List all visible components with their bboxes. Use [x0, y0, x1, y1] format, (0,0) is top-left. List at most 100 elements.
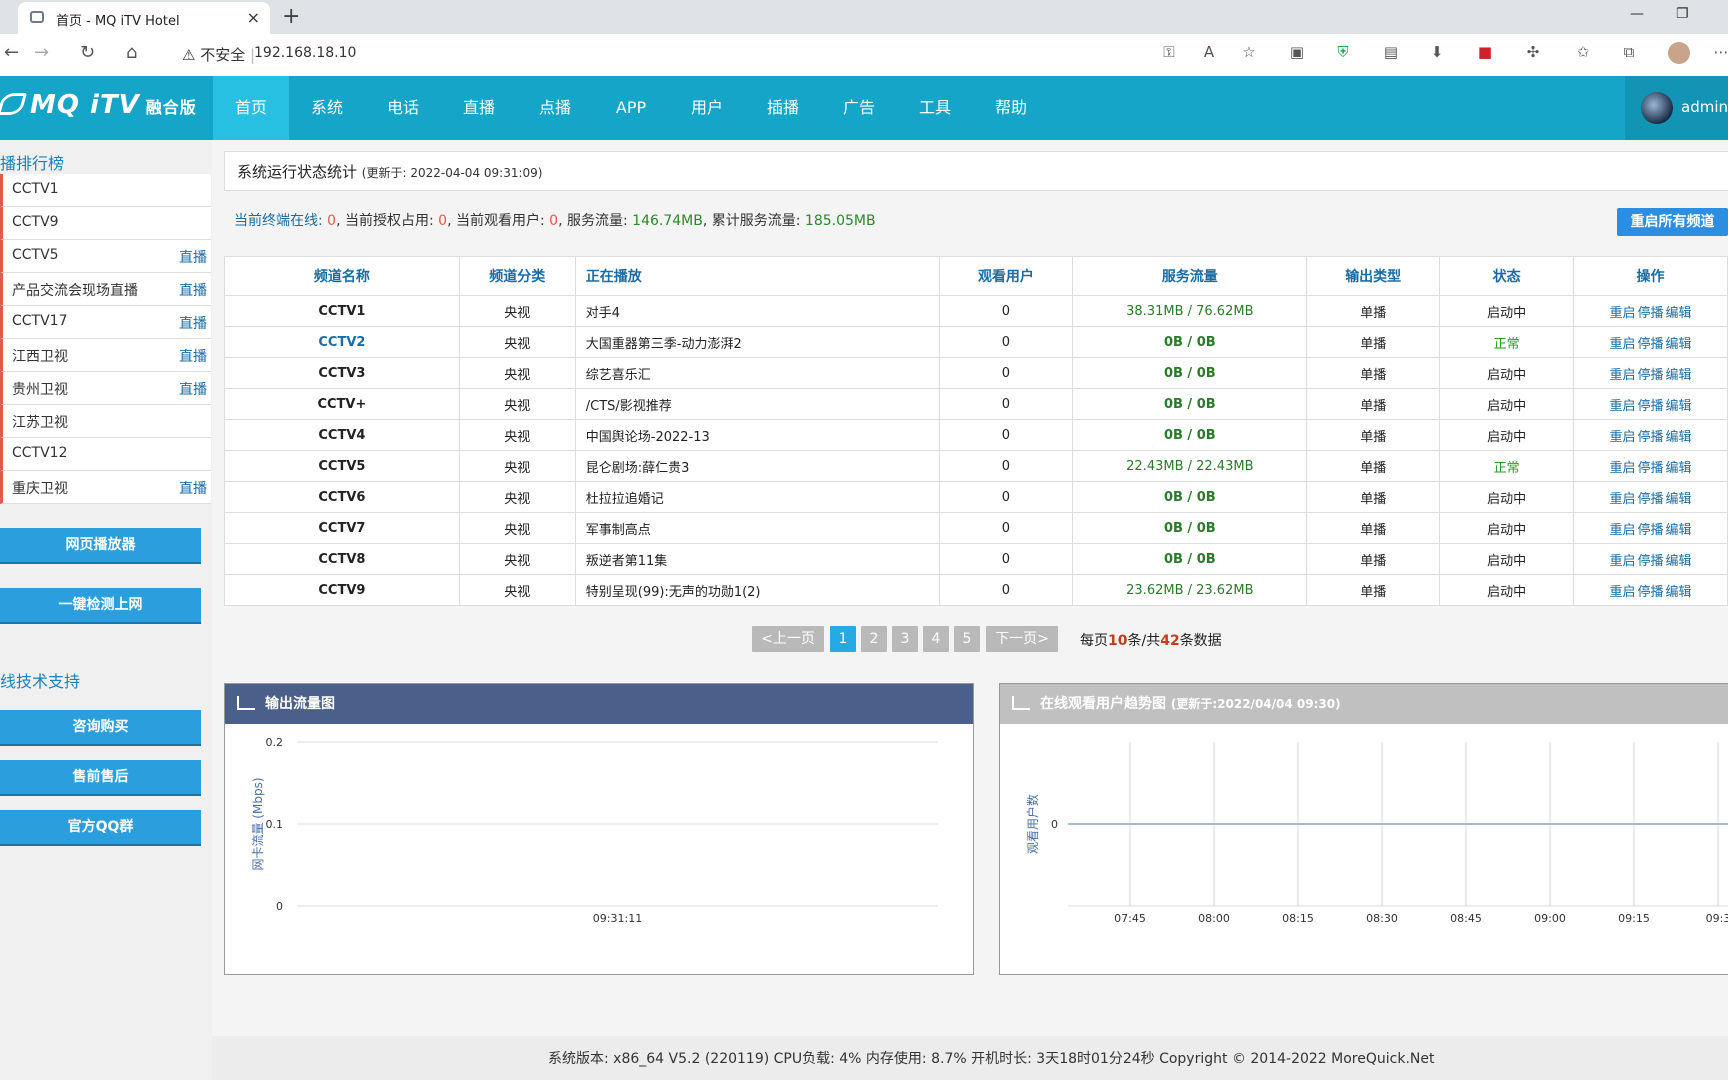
ranking-item[interactable]: 重庆卫视 直播: [0, 471, 211, 504]
page-3[interactable]: 3: [892, 626, 918, 652]
edit-link[interactable]: 编辑: [1666, 585, 1692, 600]
ranking-item[interactable]: 贵州卫视 直播: [0, 372, 211, 405]
puzzle-icon[interactable]: ✣: [1524, 43, 1542, 61]
check-net-button[interactable]: 一键检测上网: [0, 588, 201, 624]
ranking-item[interactable]: CCTV9: [0, 207, 211, 240]
consult-button[interactable]: 咨询购买: [0, 710, 201, 746]
stop-link[interactable]: 停播: [1638, 492, 1664, 507]
nav-tools[interactable]: 工具: [897, 76, 973, 140]
ranking-item-tag[interactable]: 直播: [179, 280, 207, 300]
ranking-item[interactable]: CCTV12: [0, 438, 211, 471]
edit-link[interactable]: 编辑: [1666, 492, 1692, 507]
security-warning[interactable]: ⚠ 不安全 |: [182, 44, 255, 65]
edit-link[interactable]: 编辑: [1666, 554, 1692, 569]
favorite-add-icon[interactable]: ☆: [1240, 43, 1258, 61]
page-5[interactable]: 5: [954, 626, 980, 652]
channel-name-cell[interactable]: CCTV1: [224, 295, 460, 327]
ranking-item[interactable]: 产品交流会现场直播 直播: [0, 273, 211, 306]
service-button[interactable]: 售前售后: [0, 760, 201, 796]
page-2[interactable]: 2: [861, 626, 887, 652]
new-tab-button[interactable]: +: [282, 4, 300, 29]
profile-avatar[interactable]: [1668, 42, 1690, 64]
next-page-button[interactable]: 下一页>: [986, 626, 1058, 652]
web-player-button[interactable]: 网页播放器: [0, 528, 201, 564]
nav-vod[interactable]: 点播: [517, 76, 593, 140]
edit-link[interactable]: 编辑: [1666, 306, 1692, 321]
read-aloud-icon[interactable]: A: [1200, 43, 1218, 61]
favorites-icon[interactable]: ✩: [1574, 43, 1592, 61]
ranking-item[interactable]: 江苏卫视: [0, 405, 211, 438]
stop-link[interactable]: 停播: [1638, 368, 1664, 383]
channel-name-cell[interactable]: CCTV4: [224, 419, 460, 451]
key-icon[interactable]: ⚿: [1160, 43, 1178, 61]
restart-all-button[interactable]: 重启所有频道: [1617, 208, 1728, 236]
channel-name-cell[interactable]: CCTV+: [224, 388, 460, 420]
stop-link[interactable]: 停播: [1638, 430, 1664, 445]
page-4[interactable]: 4: [923, 626, 949, 652]
restart-link[interactable]: 重启: [1609, 306, 1635, 321]
user-menu[interactable]: admin: [1625, 76, 1728, 140]
edit-link[interactable]: 编辑: [1666, 430, 1692, 445]
nav-app[interactable]: APP: [593, 76, 669, 140]
nav-help[interactable]: 帮助: [973, 76, 1049, 140]
edit-link[interactable]: 编辑: [1666, 337, 1692, 352]
nav-phone[interactable]: 电话: [365, 76, 441, 140]
channel-name-cell[interactable]: CCTV2: [224, 326, 460, 358]
restore-icon[interactable]: ❐: [1676, 6, 1689, 22]
edit-link[interactable]: 编辑: [1666, 461, 1692, 476]
stop-link[interactable]: 停播: [1638, 585, 1664, 600]
restart-link[interactable]: 重启: [1609, 554, 1635, 569]
url-field[interactable]: 192.168.18.10: [254, 45, 356, 61]
stop-link[interactable]: 停播: [1638, 461, 1664, 476]
channel-name-cell[interactable]: CCTV6: [224, 481, 460, 513]
home-icon[interactable]: ⌂: [126, 42, 137, 63]
ranking-item-tag[interactable]: 直播: [179, 379, 207, 399]
minimize-icon[interactable]: —: [1630, 6, 1644, 22]
ranking-item-tag[interactable]: 直播: [179, 313, 207, 333]
page-1[interactable]: 1: [830, 626, 856, 652]
edit-link[interactable]: 编辑: [1666, 399, 1692, 414]
stop-link[interactable]: 停播: [1638, 399, 1664, 414]
shield-icon[interactable]: ⛨: [1334, 43, 1352, 61]
nav-system[interactable]: 系统: [289, 76, 365, 140]
channel-name-cell[interactable]: CCTV8: [224, 543, 460, 575]
restart-link[interactable]: 重启: [1609, 399, 1635, 414]
stop-link[interactable]: 停播: [1638, 306, 1664, 321]
restart-link[interactable]: 重启: [1609, 585, 1635, 600]
reload-icon[interactable]: ↻: [80, 42, 95, 63]
nav-home[interactable]: 首页: [213, 76, 289, 140]
ranking-item-tag[interactable]: 直播: [179, 346, 207, 366]
back-icon[interactable]: ←: [4, 42, 19, 63]
channel-name-cell[interactable]: CCTV3: [224, 357, 460, 389]
ranking-item-tag[interactable]: 直播: [179, 247, 207, 267]
restart-link[interactable]: 重启: [1609, 368, 1635, 383]
app-logo[interactable]: MQ iTV 融合版: [0, 90, 197, 120]
collections-icon[interactable]: ⧉: [1620, 43, 1638, 61]
extension-icon[interactable]: ▣: [1288, 43, 1306, 61]
channel-name-cell[interactable]: CCTV9: [224, 574, 460, 606]
nav-users[interactable]: 用户: [669, 76, 745, 140]
pdf-icon[interactable]: ■: [1476, 43, 1494, 61]
restart-link[interactable]: 重启: [1609, 523, 1635, 538]
edit-link[interactable]: 编辑: [1666, 523, 1692, 538]
restart-link[interactable]: 重启: [1609, 430, 1635, 445]
channel-name-cell[interactable]: CCTV5: [224, 450, 460, 482]
ranking-item[interactable]: CCTV1: [0, 174, 211, 207]
nav-insert[interactable]: 插播: [745, 76, 821, 140]
prev-page-button[interactable]: <上一页: [752, 626, 824, 652]
stop-link[interactable]: 停播: [1638, 337, 1664, 352]
download-icon[interactable]: ⬇: [1428, 43, 1446, 61]
ranking-item[interactable]: 江西卫视 直播: [0, 339, 211, 372]
restart-link[interactable]: 重启: [1609, 337, 1635, 352]
channel-name-cell[interactable]: CCTV7: [224, 512, 460, 544]
restart-link[interactable]: 重启: [1609, 492, 1635, 507]
image-icon[interactable]: ▤: [1382, 43, 1400, 61]
nav-live[interactable]: 直播: [441, 76, 517, 140]
ranking-item-tag[interactable]: 直播: [179, 478, 207, 498]
edit-link[interactable]: 编辑: [1666, 368, 1692, 383]
stop-link[interactable]: 停播: [1638, 554, 1664, 569]
restart-link[interactable]: 重启: [1609, 461, 1635, 476]
browser-tab[interactable]: 首页 - MQ iTV Hotel ×: [18, 2, 270, 34]
ranking-item[interactable]: CCTV17 直播: [0, 306, 211, 339]
more-icon[interactable]: ⋯: [1712, 43, 1728, 61]
